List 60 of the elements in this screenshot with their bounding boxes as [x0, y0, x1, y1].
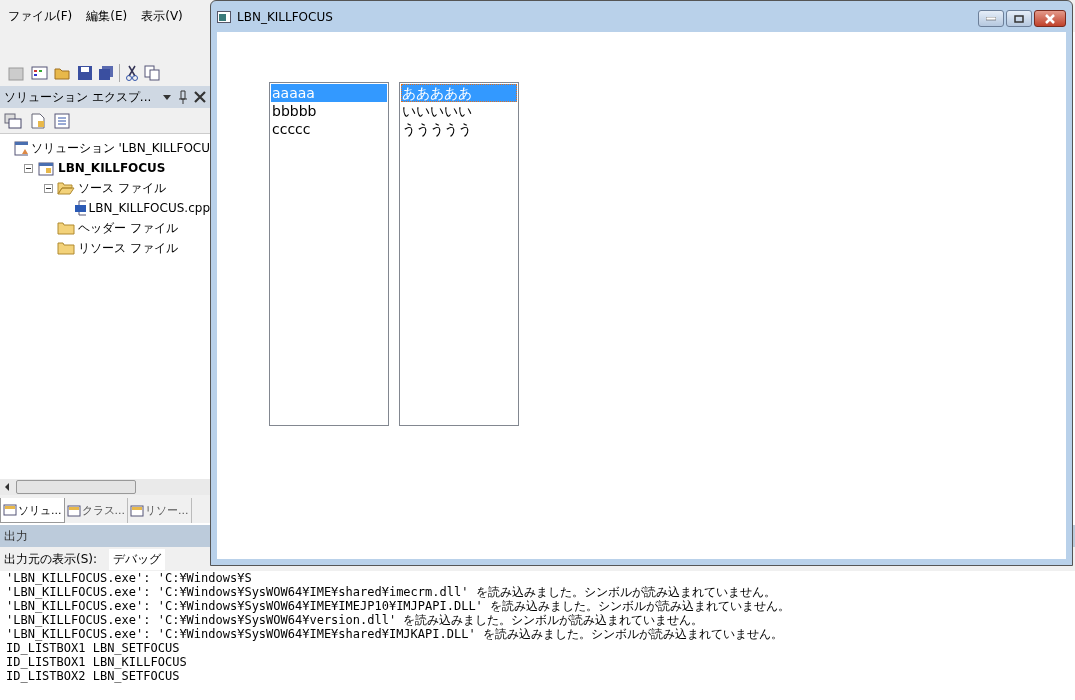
- tree-item[interactable]: LBN_KILLFOCUS: [58, 161, 166, 175]
- output-line: 'LBN_KILLFOCUS.exe': 'C:¥Windows¥SysWOW64¥IME¥shared¥imecrm.dll' を読み込みました。シンボルが読み込まれていません。: [6, 585, 777, 599]
- minimize-icon: [986, 16, 996, 21]
- scroll-left-icon[interactable]: [4, 483, 10, 491]
- output-line: 'LBN_KILLFOCUS.exe': 'C:¥Windows¥SysWOW64¥version.dll' を読み込みました。シンボルが読み込まれていません。: [6, 613, 705, 627]
- list-item[interactable]: ううううう: [401, 120, 517, 138]
- copy-icon[interactable]: [144, 65, 160, 81]
- source-dropdown[interactable]: デバッグ: [109, 548, 166, 570]
- cut-icon[interactable]: [125, 65, 139, 81]
- tree-item[interactable]: リソース ファイル: [78, 239, 178, 257]
- output-line: ID_LISTBOX1 LBN_SETFOCUS: [6, 641, 181, 655]
- list-item[interactable]: bbbbb: [271, 102, 387, 120]
- menu-item[interactable]: 編集(E): [86, 7, 128, 25]
- source-label: 出力元の表示(S):: [4, 550, 98, 568]
- dropdown-icon[interactable]: [162, 93, 172, 101]
- output-line: ID_LISTBOX2 LBN_SETFOCUS: [6, 669, 181, 683]
- minimize-button[interactable]: [978, 10, 1004, 27]
- tab-icon: [130, 503, 144, 518]
- close-button[interactable]: [1034, 10, 1066, 27]
- maximize-button[interactable]: [1006, 10, 1032, 27]
- list-item[interactable]: ccccc: [271, 120, 387, 138]
- panel-tab[interactable]: ソリュ...: [0, 498, 65, 523]
- collapse-icon[interactable]: [44, 183, 53, 193]
- grid-icon[interactable]: [31, 65, 49, 81]
- pin-icon[interactable]: [178, 90, 188, 104]
- tree-item[interactable]: ヘッダー ファイル: [78, 219, 178, 237]
- tree-item[interactable]: ソース ファイル: [78, 179, 166, 197]
- scrollbar-thumb[interactable]: [16, 480, 136, 494]
- list-box[interactable]: あああああ いいいいい ううううう: [399, 82, 519, 426]
- tab-icon: [66, 503, 81, 518]
- save-icon[interactable]: [77, 65, 93, 81]
- save-all-icon[interactable]: [98, 65, 114, 81]
- tab-icon: [3, 503, 17, 517]
- output-line: ID_LISTBOX1 LBN_KILLFOCUS: [6, 655, 188, 669]
- output-line: 'LBN_KILLFOCUS.exe': 'C:¥Windows¥SysWOW64¥IME¥shared¥IMJKAPI.DLL' を読み込みました。シンボルが読み込まれていません。: [6, 627, 784, 641]
- project-icon: [37, 160, 55, 176]
- tree-item[interactable]: ソリューション 'LBN_KILLFOCU: [30, 139, 210, 157]
- menu-item[interactable]: 表示(V): [141, 7, 183, 25]
- close-icon: [1044, 13, 1056, 24]
- document-icon[interactable]: [30, 112, 46, 129]
- maximize-icon: [1014, 14, 1024, 23]
- open-folder-icon[interactable]: [54, 65, 72, 81]
- solution-icon: [14, 140, 28, 156]
- horizontal-scrollbar[interactable]: [0, 479, 210, 495]
- output-title: 出力: [4, 527, 28, 545]
- window-title: LBN_KILLFOCUS: [237, 9, 334, 24]
- panel-title: ソリューション エクスプ...: [4, 88, 153, 106]
- panel-tab[interactable]: クラス...: [64, 498, 128, 523]
- list-box[interactable]: aaaaa bbbbb ccccc: [269, 82, 389, 426]
- close-icon[interactable]: [194, 91, 206, 103]
- output-line: 'LBN_KILLFOCUS.exe': 'C:¥Windows¥SysWOW64¥IME¥IMEJP10¥IMJPAPI.DLL' を読み込みました。シンボルが読み込まれていません。: [6, 599, 792, 613]
- tree-item[interactable]: LBN_KILLFOCUS.cpp: [88, 201, 210, 215]
- output-line: 'LBN_KILLFOCUS.exe': 'C:¥Windows¥S: [6, 571, 253, 585]
- list-item[interactable]: いいいいい: [401, 102, 517, 120]
- cpp-file-icon: [73, 200, 86, 216]
- properties-icon[interactable]: [4, 112, 22, 129]
- app-icon: [217, 10, 231, 23]
- menu-item[interactable]: ファイル(F): [8, 7, 73, 25]
- panel-tab[interactable]: リソー...: [128, 498, 192, 523]
- collapse-icon[interactable]: [24, 163, 33, 173]
